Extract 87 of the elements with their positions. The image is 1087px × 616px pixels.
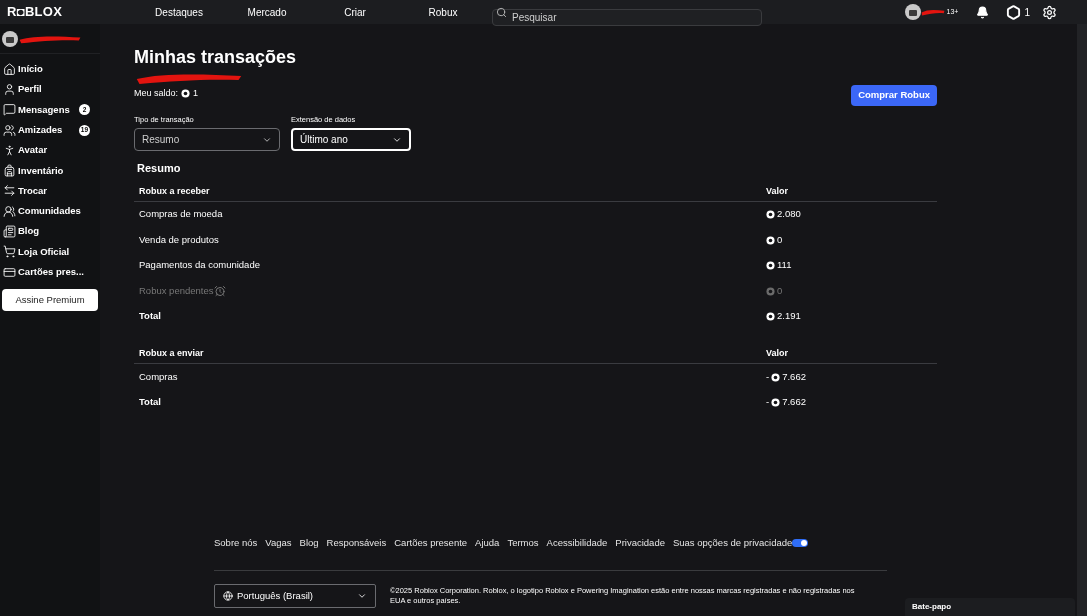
footer-link[interactable]: Termos (507, 535, 539, 550)
robux-icon (766, 286, 775, 296)
column-header: Robux a receber (139, 184, 211, 198)
footer-link[interactable]: Privacidade (615, 535, 665, 550)
table-cell-text: Robux pendentes (139, 283, 214, 298)
redaction-scribble (920, 8, 945, 16)
chevron-icon (357, 591, 367, 601)
sidebar-item[interactable]: Loja Oficial (0, 241, 100, 262)
footer-link[interactable]: Vagas (265, 535, 292, 550)
sidebar-item[interactable]: Comunidades (0, 201, 100, 222)
cart-icon (3, 245, 16, 259)
clock-icon (214, 285, 227, 297)
search-icon (496, 6, 507, 18)
buy-robux-button[interactable]: Comprar Robux (851, 85, 937, 106)
table-cell-text: 0 (777, 232, 783, 247)
figure-icon (3, 143, 16, 157)
card-icon (3, 265, 16, 279)
nav-link[interactable]: Mercado (223, 4, 311, 20)
footer-link[interactable]: Cartões presente (394, 535, 468, 550)
sidebar-item[interactable]: Início (0, 59, 100, 80)
footer-link[interactable]: Responsáveis (326, 535, 387, 550)
robux-icon (766, 261, 775, 270)
table-cell-text: 7.662 (782, 369, 806, 384)
table-cell-text: 0 (777, 283, 783, 298)
table-cell: Pagamentos da comunidade (139, 258, 260, 273)
balance-value: 1 (193, 87, 199, 100)
minus-sign: - (766, 395, 770, 410)
robux-icon (766, 210, 775, 219)
sidebar-item[interactable]: Perfil (0, 79, 100, 100)
minus-sign: - (766, 369, 770, 384)
table-cell-text: Compras (139, 369, 178, 384)
sidebar-item[interactable]: Avatar (0, 140, 100, 161)
table-cell: 2.080 (777, 207, 801, 222)
column-header: Valor (766, 184, 788, 198)
redaction-scribble (18, 33, 82, 44)
filter-dropdown[interactable]: Último ano (291, 128, 411, 152)
robux-icon[interactable] (1006, 4, 1022, 20)
message-icon (3, 103, 16, 117)
search-field[interactable]: Pesquisar (492, 8, 762, 26)
column-header: Robux a enviar (139, 347, 205, 360)
language-select[interactable]: Português (Brasil) (214, 584, 376, 608)
sidebar-item[interactable]: Inventário (0, 160, 100, 181)
footer-link[interactable]: Blog (299, 535, 319, 550)
nav-link[interactable]: Robux (399, 4, 487, 20)
sidebar-item[interactable]: Trocar (0, 180, 100, 202)
chat-bar[interactable]: Bate-papo (905, 598, 1075, 616)
footer-link[interactable]: Ajuda (475, 535, 500, 550)
globe-icon (223, 591, 233, 601)
footer-link[interactable]: Sobre nós (214, 535, 258, 550)
notifications-icon[interactable] (976, 5, 990, 19)
avatar-icon (2, 30, 18, 47)
footer-link[interactable]: Acessibilidade (546, 535, 608, 550)
table-cell: 7.662 (782, 395, 806, 410)
section-heading: Resumo (137, 161, 182, 177)
table-cell-text: Venda de produtos (139, 232, 219, 247)
privacy-toggle-icon (792, 538, 809, 547)
robux-icon (766, 235, 775, 245)
robux-icon (771, 372, 781, 382)
column-header: Valor (766, 347, 788, 360)
table-cell: 2.191 (777, 309, 801, 324)
nav-link[interactable]: Destaques (135, 4, 223, 20)
filter-dropdown[interactable]: Resumo (134, 128, 280, 152)
logo[interactable]: R◘BLOX (7, 2, 97, 22)
group-icon (3, 204, 16, 218)
arrows-icon (3, 184, 16, 198)
table-cell: Total (139, 395, 161, 410)
balance-label: Meu saldo: (134, 87, 179, 100)
robux-count: 1 (1024, 5, 1030, 20)
table-cell: Compras de moeda (139, 207, 223, 222)
sidebar-item[interactable]: Cartões pres... (0, 261, 100, 283)
nav-link[interactable]: Criar (311, 4, 399, 20)
settings-icon[interactable] (1042, 4, 1057, 20)
table-cell: Total (139, 309, 161, 324)
sidebar-item[interactable]: Blog (0, 221, 100, 242)
footer-link[interactable]: Suas opções de privacidade (672, 535, 793, 550)
backpack-icon (3, 164, 16, 178)
page-title: Minhas transações (134, 46, 298, 69)
robux-icon (181, 89, 191, 99)
home-icon (3, 62, 16, 76)
premium-button[interactable]: Assine Premium (2, 289, 98, 312)
robux-icon (771, 398, 781, 407)
robux-icon (766, 312, 775, 321)
users-icon (3, 123, 16, 137)
table-cell: 111 (777, 258, 792, 273)
newspaper-icon (3, 225, 16, 238)
user-icon (3, 82, 16, 96)
avatar-icon (904, 4, 921, 20)
